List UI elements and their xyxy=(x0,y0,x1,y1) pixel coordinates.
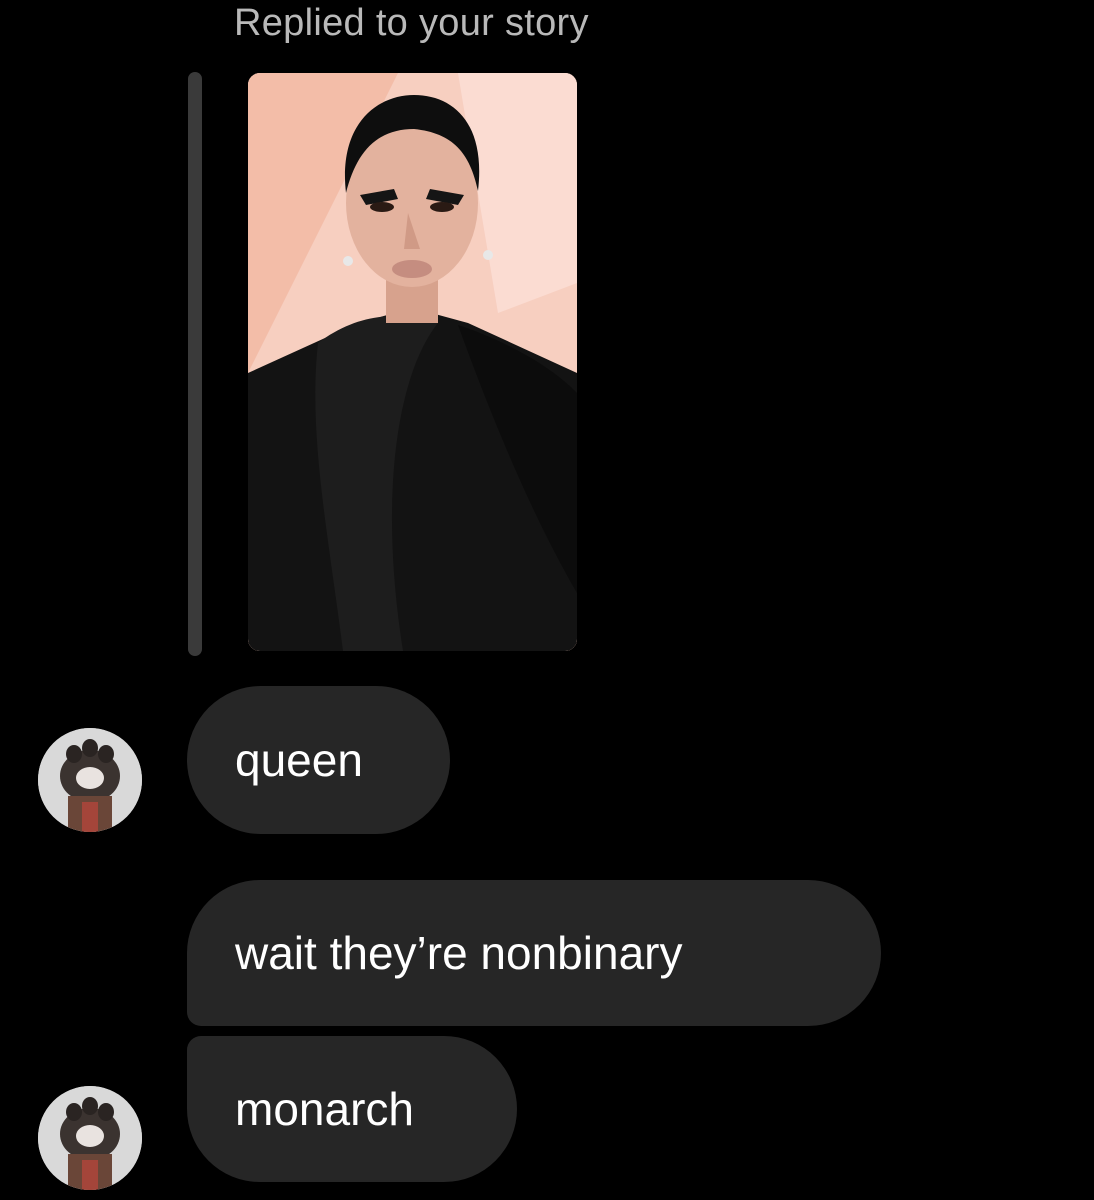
message-bubble[interactable]: wait they’re nonbinary xyxy=(187,880,881,1026)
story-photo-image xyxy=(248,73,577,651)
message-bubble[interactable]: monarch xyxy=(187,1036,517,1182)
reply-quote-bar xyxy=(188,72,202,656)
story-reply-label: Replied to your story xyxy=(234,2,589,44)
paw-avatar-image xyxy=(38,1086,142,1190)
sender-avatar[interactable] xyxy=(38,728,142,832)
story-thumbnail[interactable] xyxy=(248,73,577,651)
paw-avatar-image xyxy=(38,728,142,832)
sender-avatar[interactable] xyxy=(38,1086,142,1190)
message-text: monarch xyxy=(235,1083,414,1135)
message-text: queen xyxy=(235,734,363,786)
message-text: wait they’re nonbinary xyxy=(235,927,683,979)
message-bubble[interactable]: queen xyxy=(187,686,450,834)
